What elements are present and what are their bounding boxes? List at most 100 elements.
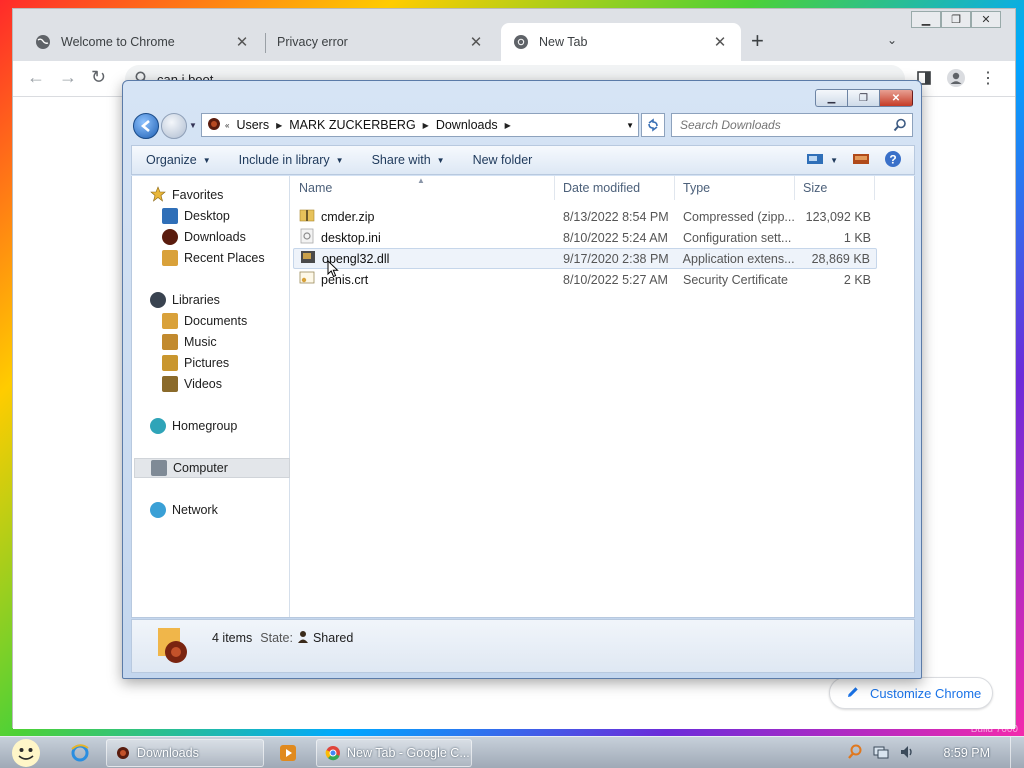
more-menu-icon[interactable]: ⋮ — [977, 67, 999, 89]
file-row[interactable]: opengl32.dll 9/17/2020 2:38 PM Applicati… — [293, 248, 877, 269]
window-controls: ▁ ❐ ✕ — [911, 11, 1001, 28]
maximize-button[interactable]: ❐ — [847, 89, 879, 107]
column-type[interactable]: Type — [675, 176, 795, 200]
minimize-button[interactable]: ▁ — [911, 11, 941, 28]
customize-chrome-button[interactable]: Customize Chrome — [829, 677, 993, 709]
chevron-right-icon[interactable]: ▶ — [273, 121, 285, 130]
network-icon — [150, 502, 166, 518]
nav-homegroup[interactable]: Homegroup — [150, 416, 237, 436]
chevron-right-icon[interactable]: ▶ — [502, 121, 514, 130]
back-arrow-icon[interactable]: ← — [27, 67, 45, 88]
nav-documents[interactable]: Documents — [162, 311, 247, 331]
minimize-button[interactable]: ▁ — [815, 89, 847, 107]
network-tray-icon[interactable] — [873, 744, 889, 763]
column-size[interactable]: Size — [795, 176, 875, 200]
close-icon[interactable]: ✕ — [467, 33, 485, 51]
back-arrow-icon[interactable] — [133, 113, 159, 139]
help-icon[interactable]: ? — [884, 150, 902, 171]
chrome-tabstrip: Welcome to Chrome ✕ Privacy error ✕ New … — [13, 9, 1015, 61]
new-folder-button[interactable]: New folder — [459, 153, 547, 167]
nav-computer[interactable]: Computer — [134, 458, 290, 478]
nav-favorites[interactable]: Favorites — [150, 185, 223, 205]
show-desktop-button[interactable] — [1010, 737, 1024, 768]
internet-explorer-icon[interactable] — [60, 739, 100, 767]
tab-new-tab[interactable]: New Tab ✕ — [501, 23, 741, 61]
svg-text:?: ? — [889, 152, 896, 166]
breadcrumb-downloads[interactable]: Downloads — [432, 118, 502, 132]
chevron-down-icon[interactable]: ⌄ — [887, 33, 897, 47]
forward-arrow-icon[interactable]: → — [59, 67, 77, 88]
forward-arrow-icon[interactable] — [161, 113, 187, 139]
file-row[interactable]: penis.crt 8/10/2022 5:27 AM Security Cer… — [293, 269, 877, 290]
taskbar-downloads-button[interactable]: Downloads — [106, 739, 264, 767]
close-window-button[interactable]: ✕ — [971, 11, 1001, 28]
desktop-icon — [162, 208, 178, 224]
close-icon[interactable]: ✕ — [233, 33, 251, 51]
nav-music[interactable]: Music — [162, 332, 217, 352]
maximize-button[interactable]: ❐ — [941, 11, 971, 28]
share-with-button[interactable]: Share with ▼ — [358, 153, 459, 167]
double-chevron-icon[interactable]: « — [222, 121, 232, 130]
address-dropdown-icon[interactable]: ▼ — [626, 121, 634, 130]
search-field[interactable] — [671, 113, 913, 137]
refresh-icon[interactable] — [641, 113, 665, 137]
column-name[interactable]: Name ▲ — [291, 176, 555, 200]
file-row[interactable]: desktop.ini 8/10/2022 5:24 AM Configurat… — [293, 227, 877, 248]
file-list-pane: Name ▲ Date modified Type Size cmder.zip… — [291, 176, 914, 617]
tab-welcome[interactable]: Welcome to Chrome ✕ — [23, 23, 263, 61]
media-player-icon[interactable] — [268, 739, 308, 767]
taskbar-chrome-button[interactable]: New Tab - Google C... — [316, 739, 472, 767]
customize-label: Customize Chrome — [870, 685, 982, 701]
music-icon — [162, 334, 178, 350]
close-icon[interactable]: ✕ — [711, 33, 729, 51]
globe-icon — [35, 34, 51, 50]
file-size: 28,869 KB — [811, 251, 870, 266]
shared-status: Shared — [297, 630, 353, 647]
taskbar: Downloads New Tab - Google C... 8:59 PM — [0, 736, 1024, 768]
caret-icon: ▼ — [830, 155, 838, 165]
nav-desktop[interactable]: Desktop — [162, 206, 230, 226]
file-date: 9/17/2020 2:38 PM — [563, 251, 669, 266]
search-icon[interactable] — [847, 744, 863, 763]
nav-videos[interactable]: Videos — [162, 374, 222, 394]
close-window-button[interactable]: ✕ — [879, 89, 913, 107]
state-label: State: — [260, 631, 293, 645]
file-size: 123,092 KB — [805, 209, 871, 224]
start-orb-icon[interactable] — [6, 737, 46, 768]
explorer-window: ▁ ❐ ✕ ▼ « Users ▶ MARK ZUCKERBERG ▶ Down… — [122, 80, 922, 679]
breadcrumb-user[interactable]: MARK ZUCKERBERG — [285, 118, 419, 132]
view-options-icon[interactable]: ▼ — [806, 153, 838, 167]
profile-avatar-icon[interactable] — [945, 67, 967, 89]
recent-pages-dropdown[interactable]: ▼ — [189, 121, 197, 130]
nav-downloads[interactable]: Downloads — [162, 227, 246, 247]
nav-recent-places[interactable]: Recent Places — [162, 248, 265, 268]
caret-icon: ▼ — [335, 155, 344, 165]
include-in-library-button[interactable]: Include in library ▼ — [225, 153, 358, 167]
file-type: Security Certificate — [683, 272, 788, 287]
navigation-pane: Favorites Desktop Downloads Recent Place… — [132, 176, 290, 617]
file-name: desktop.ini — [321, 230, 381, 245]
file-row[interactable]: cmder.zip 8/13/2022 8:54 PM Compressed (… — [293, 206, 877, 227]
preview-pane-icon[interactable] — [852, 152, 870, 169]
chevron-right-icon[interactable]: ▶ — [420, 121, 432, 130]
address-field[interactable]: « Users ▶ MARK ZUCKERBERG ▶ Downloads ▶ … — [201, 113, 639, 137]
organize-button[interactable]: Organize ▼ — [132, 153, 225, 167]
breadcrumb-users[interactable]: Users — [232, 118, 273, 132]
search-input[interactable] — [680, 118, 880, 132]
tab-title: New Tab — [539, 35, 588, 49]
new-tab-button[interactable]: + — [751, 30, 764, 52]
mouse-cursor-icon — [327, 259, 339, 281]
tab-privacy-error[interactable]: Privacy error ✕ — [265, 23, 497, 61]
file-type: Application extens... — [682, 251, 795, 266]
volume-icon[interactable] — [899, 744, 915, 763]
nav-libraries[interactable]: Libraries — [150, 290, 220, 310]
column-date-modified[interactable]: Date modified — [555, 176, 675, 200]
reload-icon[interactable]: ↻ — [91, 67, 106, 88]
nav-network[interactable]: Network — [150, 500, 218, 520]
nav-pictures[interactable]: Pictures — [162, 353, 229, 373]
chrome-logo-icon — [325, 746, 340, 761]
downloads-icon — [162, 229, 178, 245]
view-controls: ▼ ? — [806, 150, 914, 171]
user-avatar-icon — [206, 116, 222, 135]
clock[interactable]: 8:59 PM — [943, 746, 990, 760]
